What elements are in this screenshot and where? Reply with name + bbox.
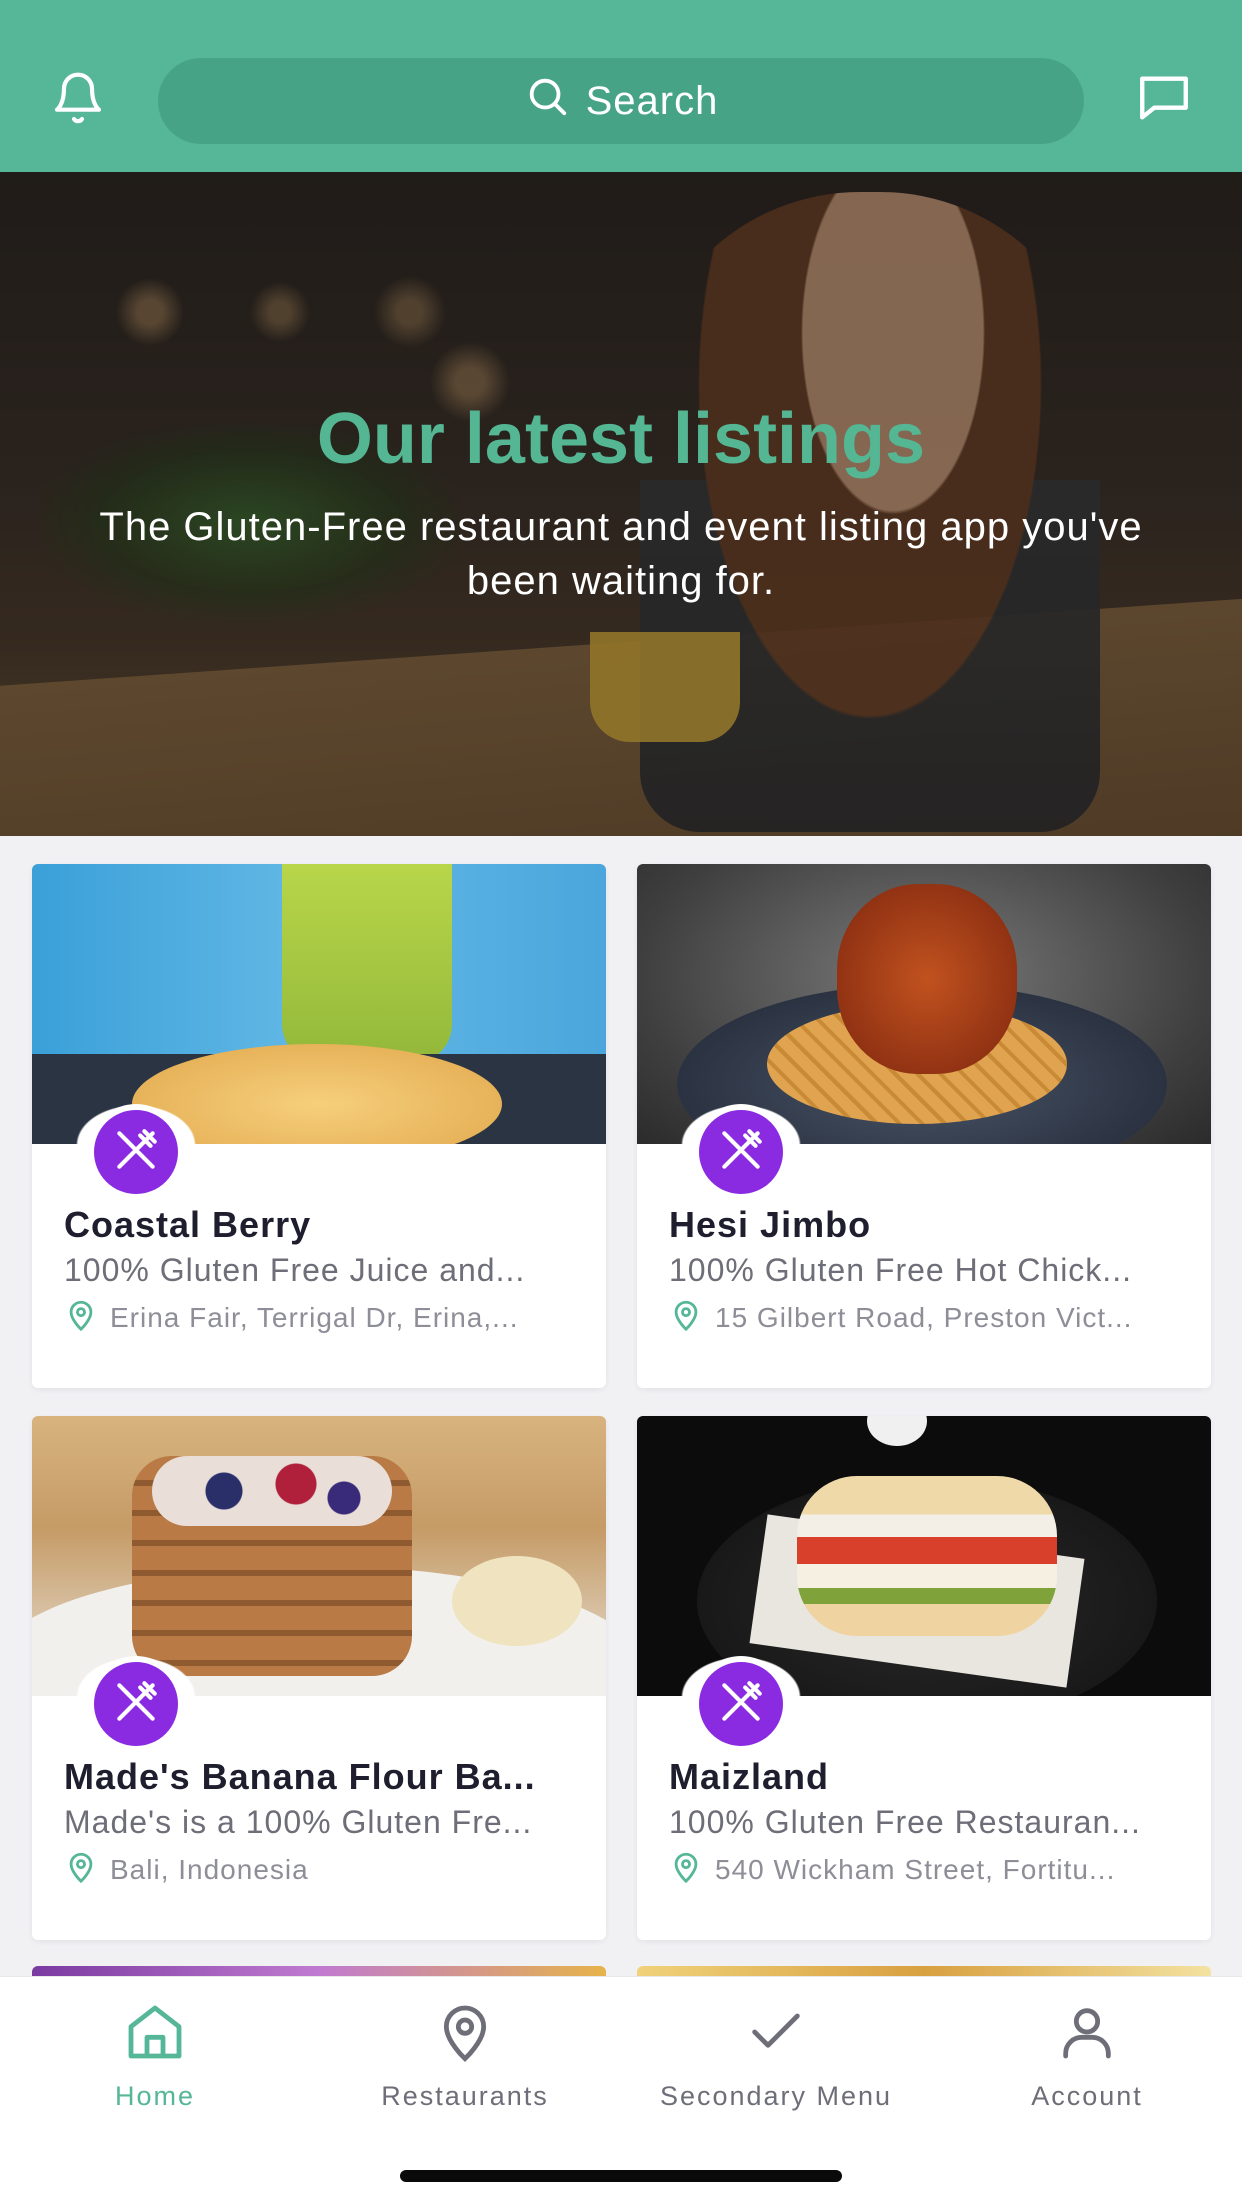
location-pin-icon [669, 1298, 703, 1337]
bell-icon [50, 70, 106, 131]
listing-name: Made's Banana Flour Ba... [64, 1756, 536, 1797]
notifications-button[interactable] [40, 62, 116, 138]
hero-title: Our latest listings [316, 399, 926, 479]
listing-name: Maizland [669, 1756, 830, 1797]
checkmark-icon [744, 1997, 808, 2067]
user-icon [1055, 1997, 1119, 2067]
tab-label: Home [114, 2081, 196, 2111]
tab-restaurants[interactable]: Restaurants [310, 1997, 620, 2117]
fork-knife-icon [111, 1125, 161, 1180]
location-pin-icon [64, 1298, 98, 1337]
fork-knife-icon [111, 1677, 161, 1732]
fork-knife-icon [716, 1125, 766, 1180]
hero-subtitle: The Gluten-Free restaurant and event lis… [99, 505, 1143, 603]
tab-secondary-menu[interactable]: Secondary Menu [621, 1997, 931, 2117]
listing-description: 100% Gluten Free Juice and... [64, 1252, 526, 1288]
listing-photo [32, 1416, 606, 1696]
restaurant-category-badge [693, 1656, 789, 1752]
listing-description: 100% Gluten Free Hot Chick... [669, 1252, 1132, 1288]
listing-location: Bali, Indonesia [64, 1850, 584, 1889]
photo-element [867, 1416, 927, 1446]
chat-icon [1135, 69, 1193, 132]
listing-address: 540 Wickham Street, Fortitu... [715, 1853, 1116, 1885]
tab-home[interactable]: Home [0, 1997, 310, 2117]
restaurant-category-badge [693, 1104, 789, 1200]
search-icon [524, 73, 570, 129]
messages-button[interactable] [1126, 62, 1202, 138]
home-indicator [400, 2170, 842, 2182]
listing-location: 540 Wickham Street, Fortitu... [669, 1850, 1189, 1889]
listing-name: Coastal Berry [64, 1204, 312, 1245]
listing-card[interactable]: Coastal Berry 100% Gluten Free Juice and… [32, 864, 606, 1388]
search-bar[interactable]: Search [158, 58, 1084, 144]
listing-description: Made's is a 100% Gluten Fre... [64, 1804, 533, 1840]
listing-location: Erina Fair, Terrigal Dr, Erina,... [64, 1298, 584, 1337]
tab-label: Restaurants [381, 2081, 549, 2111]
photo-element [452, 1556, 582, 1646]
location-pin-icon [433, 1997, 497, 2067]
restaurant-category-badge [88, 1104, 184, 1200]
listing-address: 15 Gilbert Road, Preston Vict... [715, 1301, 1133, 1333]
photo-element [837, 884, 1017, 1074]
location-pin-icon [64, 1850, 98, 1889]
photo-element [282, 864, 452, 1064]
listing-photo [637, 1416, 1211, 1696]
tab-label: Account [1031, 2081, 1143, 2111]
fork-knife-icon [716, 1677, 766, 1732]
tab-label: Secondary Menu [659, 2081, 893, 2111]
listing-photo [32, 864, 606, 1144]
listing-card[interactable]: Maizland 100% Gluten Free Restauran... 5… [637, 1416, 1211, 1940]
listing-location: 15 Gilbert Road, Preston Vict... [669, 1298, 1189, 1337]
photo-element [797, 1476, 1057, 1636]
restaurant-category-badge [88, 1656, 184, 1752]
listing-card[interactable]: Hesi Jimbo 100% Gluten Free Hot Chick...… [637, 864, 1211, 1388]
listing-photo [637, 864, 1211, 1144]
listing-address: Erina Fair, Terrigal Dr, Erina,... [110, 1301, 519, 1333]
listing-address: Bali, Indonesia [110, 1853, 309, 1885]
home-icon [123, 1997, 187, 2067]
photo-element [152, 1456, 392, 1526]
tab-account[interactable]: Account [932, 1997, 1242, 2117]
listing-description: 100% Gluten Free Restauran... [669, 1804, 1141, 1840]
listing-card[interactable]: Made's Banana Flour Ba... Made's is a 10… [32, 1416, 606, 1940]
listing-name: Hesi Jimbo [669, 1204, 872, 1245]
top-bar: Search [0, 0, 1242, 172]
search-placeholder: Search [585, 78, 719, 123]
location-pin-icon [669, 1850, 703, 1889]
